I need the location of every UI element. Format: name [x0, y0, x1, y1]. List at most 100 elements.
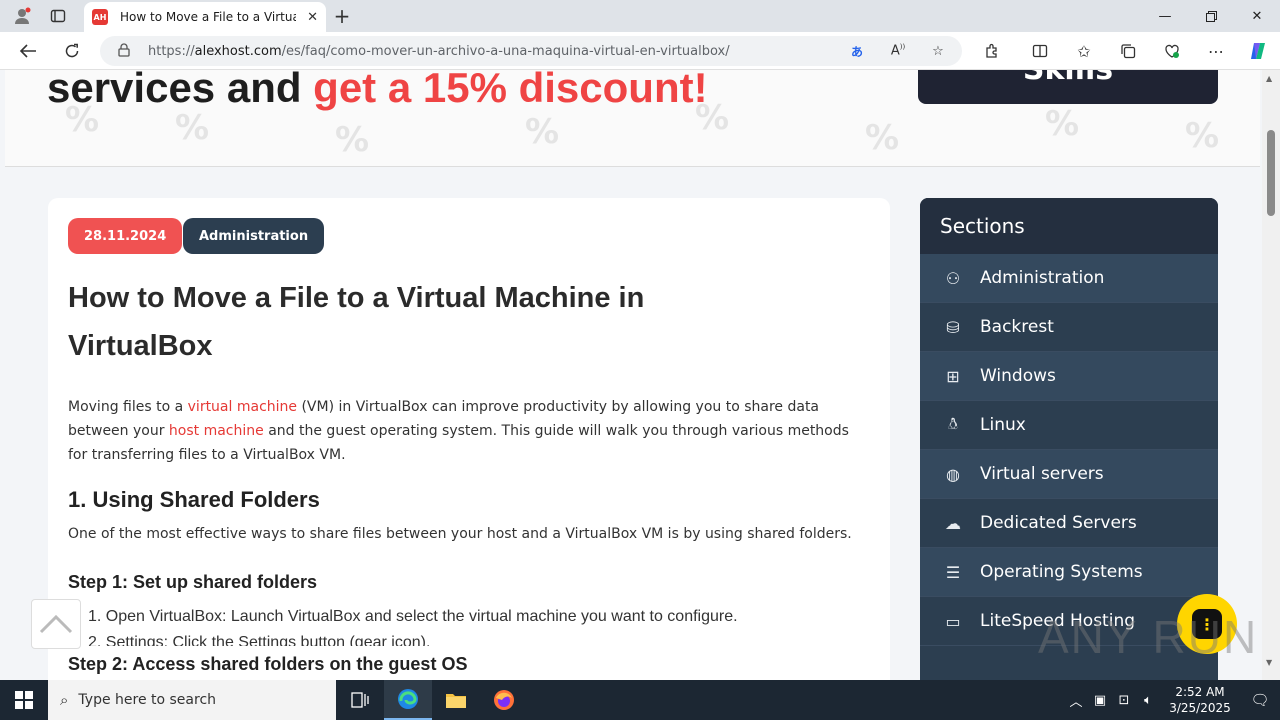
database-icon: ⛁ [946, 317, 960, 337]
step2-heading: Step 2: Access shared folders on the gue… [68, 654, 468, 674]
scroll-to-top-button[interactable] [31, 599, 81, 649]
back-arrow-icon[interactable] [16, 39, 40, 63]
edge-taskbar-icon[interactable] [384, 680, 432, 720]
percent-decoration-icon: % [525, 112, 560, 152]
sidebar-item-label: Backrest [980, 317, 1054, 337]
extensions-icon[interactable] [980, 39, 1004, 63]
sidebar-item-virtual-servers[interactable]: ◍ Virtual servers [920, 450, 1218, 499]
anyrun-watermark: ANY RUN [1038, 611, 1259, 663]
page-scrollbar[interactable]: ▲ ▼ [1262, 70, 1280, 680]
sidebar-item-windows[interactable]: ⊞ Windows [920, 352, 1218, 401]
translate-icon[interactable]: あ [845, 39, 869, 63]
more-menu-icon[interactable]: ⋯ [1204, 39, 1228, 63]
profile-icon[interactable] [10, 4, 34, 28]
step1-heading: Step 1: Set up shared folders [68, 572, 318, 592]
refresh-icon[interactable] [60, 39, 84, 63]
browser-essentials-icon[interactable] [1160, 39, 1184, 63]
restore-icon[interactable] [1188, 0, 1234, 32]
system-tray: ︿ ▣ ⊡ 🔈︎ 2:52 AM 3/25/2025 🗨︎ [1064, 680, 1280, 720]
monitor-icon: ▭ [945, 611, 961, 631]
percent-decoration-icon: % [1185, 116, 1220, 156]
article-card: 28.11.2024 Administration How to Move a … [48, 198, 890, 680]
windows-start-icon[interactable] [0, 680, 48, 720]
banner-cta-button[interactable]: Skills [918, 70, 1218, 104]
file-explorer-icon[interactable] [432, 680, 480, 720]
taskbar-search-placeholder: Type here to search [78, 692, 217, 708]
percent-decoration-icon: % [865, 118, 900, 158]
article-intro: Moving files to a virtual machine (VM) i… [68, 399, 849, 463]
taskbar-search-box[interactable]: ⌕ Type here to search [48, 680, 336, 720]
new-tab-icon[interactable]: + [330, 4, 354, 28]
sidebar-item-label: Linux [980, 415, 1026, 435]
section-heading-shared-folders: 1. Using Shared Folders [68, 487, 320, 512]
cloud-server-icon: ☁︎ [945, 513, 961, 533]
globe-server-icon: ◍ [946, 464, 960, 484]
tab-title: How to Move a File to a Virtual Machine … [120, 10, 296, 24]
section-paragraph: One of the most effective ways to share … [68, 526, 852, 542]
address-bar[interactable]: https://alexhost.com/es/faq/como-mover-u… [100, 36, 962, 66]
sidebar-item-operating-systems[interactable]: ☰ Operating Systems [920, 548, 1218, 597]
host-machine-link[interactable]: host machine [169, 423, 264, 439]
clock-time: 2:52 AM [1175, 685, 1225, 699]
sidebar-item-dedicated-servers[interactable]: ☁︎ Dedicated Servers [920, 499, 1218, 548]
sidebar-item-backrest[interactable]: ⛁ Backrest [920, 303, 1218, 352]
scroll-down-arrow-icon[interactable]: ▼ [1266, 658, 1272, 667]
tab-actions-icon[interactable] [46, 4, 70, 28]
firefox-icon[interactable] [480, 680, 528, 720]
split-screen-icon[interactable] [1028, 39, 1052, 63]
percent-decoration-icon: % [335, 120, 370, 160]
notification-icon[interactable]: 🗨︎ [1240, 691, 1280, 709]
list-item: 1. Open VirtualBox: Launch VirtualBox an… [88, 608, 738, 625]
percent-decoration-icon: % [175, 108, 210, 148]
sidebar-item-administration[interactable]: ⚇ Administration [920, 254, 1218, 303]
browser-titlebar: AH How to Move a File to a Virtual Machi… [0, 0, 1280, 32]
sidebar-item-label: Windows [980, 366, 1056, 386]
favorite-star-icon[interactable]: ☆ [926, 39, 950, 63]
scrollbar-thumb[interactable] [1267, 130, 1275, 216]
network-icon[interactable]: ⊡ [1112, 693, 1136, 708]
collections-icon[interactable] [1116, 39, 1140, 63]
linux-penguin-icon: 🐧︎ [948, 414, 958, 433]
article-category-badge[interactable]: Administration [183, 218, 325, 254]
list-item: 2. Settings: Click the Settings button (… [88, 634, 431, 646]
server-rack-icon: ☰ [945, 562, 961, 582]
volume-icon[interactable]: 🔈︎ [1136, 693, 1160, 708]
url-text: https://alexhost.com/es/faq/como-mover-u… [148, 43, 730, 59]
network-device-icon[interactable]: ▣ [1088, 693, 1112, 708]
article-date-badge: 28.11.2024 [68, 218, 183, 254]
scroll-up-arrow-icon[interactable]: ▲ [1266, 74, 1272, 83]
promo-banner[interactable]: % % % % % % % % services and get a 15% d… [5, 70, 1260, 167]
close-window-icon[interactable]: ✕ [1234, 0, 1280, 32]
sections-title: Sections [920, 198, 1218, 254]
virtual-machine-link[interactable]: virtual machine [188, 399, 297, 415]
sidebar-item-label: Dedicated Servers [980, 513, 1137, 533]
sidebar-item-linux[interactable]: 🐧︎ Linux [920, 401, 1218, 450]
browser-navbar: https://alexhost.com/es/faq/como-mover-u… [0, 32, 1280, 70]
sidebar-item-label: Virtual servers [980, 464, 1104, 484]
close-tab-icon[interactable]: ✕ [307, 10, 318, 25]
sidebar-item-label: Operating Systems [980, 562, 1143, 582]
article-title: How to Move a File to a Virtual Machine … [68, 282, 645, 362]
percent-decoration-icon: % [1045, 104, 1080, 144]
search-icon: ⌕ [60, 691, 69, 709]
alexhost-favicon-icon: AH [92, 9, 108, 25]
windows-taskbar: ⌕ Type here to search ︿ ▣ ⊡ 🔈︎ 2:52 AM 3… [0, 680, 1280, 720]
read-aloud-icon[interactable]: A)) [886, 39, 910, 63]
banner-headline: services and get a 15% discount! [47, 70, 708, 111]
favorites-icon[interactable]: ✩ [1072, 39, 1096, 63]
chevron-up-icon[interactable]: ︿ [1064, 691, 1088, 710]
sections-list: ⚇ Administration ⛁ Backrest ⊞ Windows 🐧︎ Linux ◍… [920, 254, 1218, 646]
sidebar-item-label: Administration [980, 268, 1105, 288]
admin-user-icon: ⚇ [945, 268, 961, 288]
clock-date: 3/25/2025 [1169, 701, 1231, 715]
web-page: % % % % % % % % services and get a 15% d… [0, 70, 1262, 680]
browser-tab-active[interactable]: AH How to Move a File to a Virtual Machi… [84, 2, 326, 32]
windows-logo-icon: ⊞ [946, 366, 960, 386]
sections-sidebar: Sections ⚇ Administration ⛁ Backrest ⊞ Window… [920, 198, 1218, 680]
taskbar-clock[interactable]: 2:52 AM 3/25/2025 [1160, 684, 1240, 716]
lock-icon [118, 42, 132, 60]
minimize-icon[interactable]: — [1142, 0, 1188, 32]
task-view-icon[interactable] [336, 680, 384, 720]
chevron-up-icon [39, 614, 73, 634]
copilot-icon[interactable] [1246, 39, 1270, 63]
